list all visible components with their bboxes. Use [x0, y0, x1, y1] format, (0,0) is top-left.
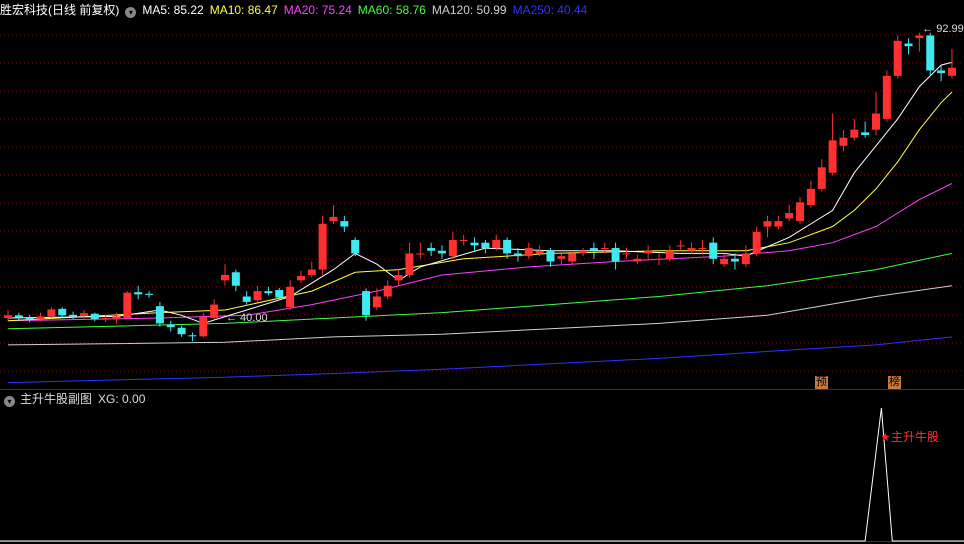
candle-up	[622, 253, 631, 255]
candle-up	[221, 274, 229, 281]
candle-up	[796, 202, 805, 222]
candle-up	[600, 248, 609, 250]
candle-down	[340, 221, 349, 227]
ma10-line	[7, 91, 953, 322]
candle-up	[752, 231, 761, 254]
candle-up	[655, 258, 663, 260]
star-icon: ★	[880, 430, 891, 444]
candle-up	[882, 75, 891, 119]
candle-down	[470, 242, 479, 246]
candle-down	[589, 248, 598, 251]
candle-up	[676, 245, 685, 247]
candle-up	[817, 167, 826, 189]
candle-up	[405, 253, 414, 275]
candle-up	[785, 213, 794, 219]
candle-up	[763, 221, 772, 227]
candle-up	[307, 269, 316, 275]
candle-up	[774, 221, 783, 227]
candle-up	[839, 137, 848, 146]
kline-chart[interactable]: ← 92.99 ← 40.00 ★ 主升牛股	[0, 0, 964, 544]
signal-label: 主升牛股	[891, 429, 939, 444]
candle-down	[166, 324, 175, 328]
candle-up	[947, 67, 956, 76]
candle-up	[394, 274, 403, 281]
candle-down	[503, 239, 512, 254]
candle-down	[926, 35, 935, 71]
candle-up	[720, 258, 729, 265]
candle-down	[546, 250, 555, 262]
candle-down	[611, 248, 620, 262]
candle-up	[112, 316, 121, 320]
candle-up	[557, 256, 566, 259]
candle-up	[383, 285, 392, 297]
candle-up	[448, 239, 457, 257]
candle-up	[372, 296, 381, 308]
candle-down	[730, 258, 739, 262]
candle-up	[698, 248, 707, 250]
candle-up	[459, 239, 468, 241]
candle-down	[242, 296, 251, 302]
candle-up	[492, 239, 501, 249]
candle-down	[177, 327, 186, 335]
candle-up	[4, 315, 12, 319]
candle-up	[36, 316, 45, 320]
candle-up	[535, 250, 544, 254]
candle-down	[25, 318, 34, 320]
candle-up	[524, 248, 533, 257]
candle-down	[427, 248, 436, 251]
low-label: ← 40.00	[226, 312, 268, 324]
candle-up	[915, 35, 924, 39]
candle-down	[481, 242, 490, 249]
candle-up	[253, 291, 262, 301]
candle-up	[199, 316, 208, 337]
candle-up	[123, 292, 132, 319]
candle-down	[145, 293, 154, 295]
candle-down	[937, 70, 946, 74]
candle-down	[90, 313, 99, 320]
candle-up	[872, 113, 880, 130]
candle-up	[568, 253, 577, 262]
candle-up	[579, 250, 588, 254]
signal-line	[0, 407, 964, 542]
candle-up	[286, 286, 295, 308]
candle-down	[904, 43, 913, 47]
candle-down	[155, 306, 164, 324]
candle-down	[709, 242, 718, 259]
candle-up	[741, 253, 750, 265]
candle-up	[79, 313, 88, 316]
candle-down	[14, 315, 23, 318]
candle-down	[69, 314, 78, 317]
candle-up	[633, 258, 642, 262]
candle-up	[828, 140, 837, 173]
candle-down	[275, 290, 284, 298]
candle-up	[416, 253, 425, 255]
candle-down	[264, 291, 273, 294]
candle-up	[850, 129, 859, 138]
candle-up	[210, 304, 219, 319]
candle-down	[351, 239, 360, 254]
candle-up	[101, 318, 110, 320]
candle-down	[438, 250, 446, 254]
candle-up	[806, 188, 815, 205]
candle-down	[513, 253, 522, 257]
candle-up	[329, 216, 338, 222]
candle-up	[318, 223, 327, 270]
candle-down	[231, 272, 240, 286]
candle-up	[665, 250, 674, 259]
candle-down	[188, 335, 197, 337]
candle-down	[134, 292, 143, 295]
candle-down	[362, 291, 371, 316]
candle-up	[644, 250, 653, 254]
high-label: ← 92.99	[922, 23, 964, 35]
candle-up	[47, 309, 56, 317]
candle-up	[687, 248, 696, 251]
candle-down	[58, 308, 67, 316]
candle-up	[893, 40, 902, 76]
candle-down	[861, 132, 870, 136]
ma60-line	[7, 252, 953, 330]
ma250-line	[7, 336, 952, 384]
candle-up	[296, 276, 305, 281]
